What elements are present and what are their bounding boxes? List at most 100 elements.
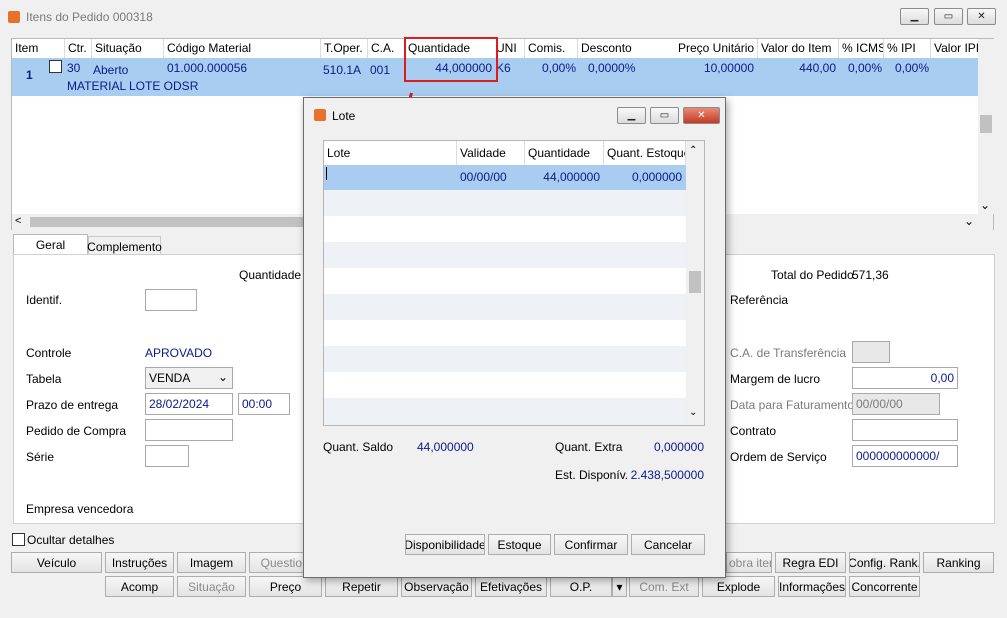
estoque-button[interactable]: Estoque xyxy=(488,534,551,555)
efetivacoes-button[interactable]: Efetivações xyxy=(475,576,547,597)
com-ext-button[interactable]: Com. Ext xyxy=(629,576,699,597)
dialog-minimize-icon[interactable]: ▁ xyxy=(617,107,646,124)
controle-value: APROVADO xyxy=(145,346,213,360)
col-header-item[interactable]: Item xyxy=(15,39,65,58)
col-header-estoque[interactable]: Quant. Estoque xyxy=(604,141,686,165)
col-header-lote[interactable]: Lote xyxy=(324,141,457,165)
op-dropdown-icon[interactable]: ▾ xyxy=(612,576,627,597)
col-header-desconto[interactable]: Desconto xyxy=(577,39,675,58)
saldo-label: Quant. Saldo xyxy=(323,440,394,454)
col-header-valor[interactable]: Valor do Item xyxy=(757,39,839,58)
disp-value: 2.438,500000 xyxy=(630,468,704,482)
margem-label: Margem de lucro xyxy=(730,372,821,386)
contrato-input[interactable] xyxy=(852,419,958,441)
cell-ipi: 0,00% xyxy=(894,61,929,75)
op-button[interactable]: O.P. xyxy=(550,576,612,597)
data-fat-input[interactable]: 00/00/00 xyxy=(852,393,940,415)
col-header-valoripi[interactable]: Valor IPI xyxy=(930,39,978,58)
dialog-maximize-icon[interactable]: ▭ xyxy=(650,107,679,124)
ocultar-checkbox[interactable] xyxy=(12,533,25,546)
tabela-select[interactable]: VENDA ⌄ xyxy=(145,367,233,389)
tabela-value: VENDA xyxy=(149,371,191,385)
ranking-button[interactable]: Ranking xyxy=(923,552,994,573)
pedido-compra-label: Pedido de Compra xyxy=(26,424,127,438)
observacao-button[interactable]: Observação xyxy=(401,576,472,597)
referencia-label: Referência xyxy=(730,293,789,307)
cell-quantidade: 44,000000 xyxy=(543,170,600,184)
ordem-input[interactable]: 000000000000/ xyxy=(852,445,958,467)
grid-vertical-scrollbar[interactable] xyxy=(978,39,994,214)
text-cursor xyxy=(326,167,327,180)
list-item[interactable]: 00/00/00 44,000000 0,000000 xyxy=(324,165,686,190)
col-header-ipi[interactable]: % IPI xyxy=(883,39,931,58)
minimize-icon[interactable]: ▁ xyxy=(900,8,929,25)
preco-button[interactable]: Preço xyxy=(249,576,322,597)
confirmar-button[interactable]: Confirmar xyxy=(554,534,628,555)
dialog-close-icon[interactable]: ✕ xyxy=(683,107,720,124)
window-title: Itens do Pedido 000318 xyxy=(26,10,153,24)
col-header-codigo[interactable]: Código Material xyxy=(163,39,321,58)
regra-edi-button[interactable]: Regra EDI xyxy=(775,552,846,573)
repetir-button[interactable]: Repetir xyxy=(325,576,398,597)
empty-row xyxy=(324,398,686,425)
config-rank-button[interactable]: Config. Rank. xyxy=(849,552,920,573)
identif-input[interactable] xyxy=(145,289,197,311)
col-header-icms[interactable]: % ICMS xyxy=(838,39,884,58)
ca-transf-input[interactable] xyxy=(852,341,890,363)
cancelar-button[interactable]: Cancelar xyxy=(631,534,705,555)
total-label: Total do Pedido xyxy=(771,268,854,282)
col-header-toper[interactable]: T.Oper. xyxy=(320,39,368,58)
close-icon[interactable]: ✕ xyxy=(967,8,996,25)
col-header-uni[interactable]: UNI xyxy=(496,39,526,58)
prazo-date-input[interactable]: 28/02/2024 xyxy=(145,393,233,415)
col-header-ca[interactable]: C.A. xyxy=(367,39,405,58)
instrucoes-button[interactable]: Instruções xyxy=(105,552,174,573)
saldo-value: 44,000000 xyxy=(417,440,474,454)
situacao-button[interactable]: Situação xyxy=(177,576,246,597)
ordem-label: Ordem de Serviço xyxy=(730,450,827,464)
scroll-thumb[interactable] xyxy=(980,115,992,133)
acomp-button[interactable]: Acomp xyxy=(105,576,174,597)
col-header-validade[interactable]: Validade xyxy=(457,141,525,165)
serie-input[interactable] xyxy=(145,445,189,467)
lote-scroll-thumb[interactable] xyxy=(689,271,701,293)
informacoes-button[interactable]: Informações xyxy=(778,576,846,597)
prazo-time-input[interactable]: 00:00 xyxy=(238,393,290,415)
col-header-preco[interactable]: Preço Unitário xyxy=(678,39,758,58)
col-header-ctr[interactable]: Ctr. xyxy=(64,39,92,58)
lote-grid[interactable]: Lote Validade Quantidade Quant. Estoque … xyxy=(323,140,705,426)
chevron-down-icon: ⌄ xyxy=(217,370,228,384)
cell-preco: 10,00000 xyxy=(703,61,754,75)
col-header-situacao[interactable]: Situação xyxy=(91,39,164,58)
cell-uni: K6 xyxy=(496,61,511,75)
scroll-up-icon[interactable]: ⌃ xyxy=(689,145,697,156)
lote-scrollbar[interactable]: ⌃ ⌄ xyxy=(686,141,704,425)
tabela-label: Tabela xyxy=(26,372,62,386)
cell-ctr: 30 xyxy=(67,61,81,75)
scroll-down-icon[interactable]: ⌄ xyxy=(980,198,990,212)
row-checkbox[interactable] xyxy=(49,60,62,73)
col-header-quantidade[interactable]: Quantidade xyxy=(525,141,604,165)
lote-dialog: Lote ▁ ▭ ✕ Lote Validade Quantidade Quan… xyxy=(303,97,726,578)
veiculo-button[interactable]: Veículo xyxy=(11,552,102,573)
explode-button[interactable]: Explode xyxy=(702,576,775,597)
scroll-left-icon[interactable]: < xyxy=(15,215,21,227)
scroll-right-icon[interactable]: ⌄ xyxy=(964,214,974,228)
margem-input[interactable]: 0,00 xyxy=(852,367,958,389)
window-titlebar: Itens do Pedido 000318 ▁ ▭ ✕ xyxy=(0,0,1007,34)
pedido-compra-input[interactable] xyxy=(145,419,233,441)
tab-geral[interactable]: Geral xyxy=(13,234,88,255)
scroll-down-icon[interactable]: ⌄ xyxy=(689,407,697,418)
questionario-button[interactable]: Questio xyxy=(249,552,305,573)
concorrente-button[interactable]: Concorrente xyxy=(849,576,920,597)
serie-label: Série xyxy=(26,450,55,464)
sobra-itens-button[interactable]: obra itens xyxy=(726,552,772,573)
highlight-box xyxy=(404,37,498,82)
imagem-button[interactable]: Imagem xyxy=(177,552,246,573)
disp-label: Est. Disponív. xyxy=(555,468,629,482)
disponibilidade-button[interactable]: Disponibilidade xyxy=(405,534,485,555)
extra-value: 0,000000 xyxy=(653,440,704,454)
maximize-icon[interactable]: ▭ xyxy=(934,8,963,25)
extra-label: Quant. Extra xyxy=(555,440,623,454)
col-header-comis[interactable]: Comis. xyxy=(524,39,578,58)
